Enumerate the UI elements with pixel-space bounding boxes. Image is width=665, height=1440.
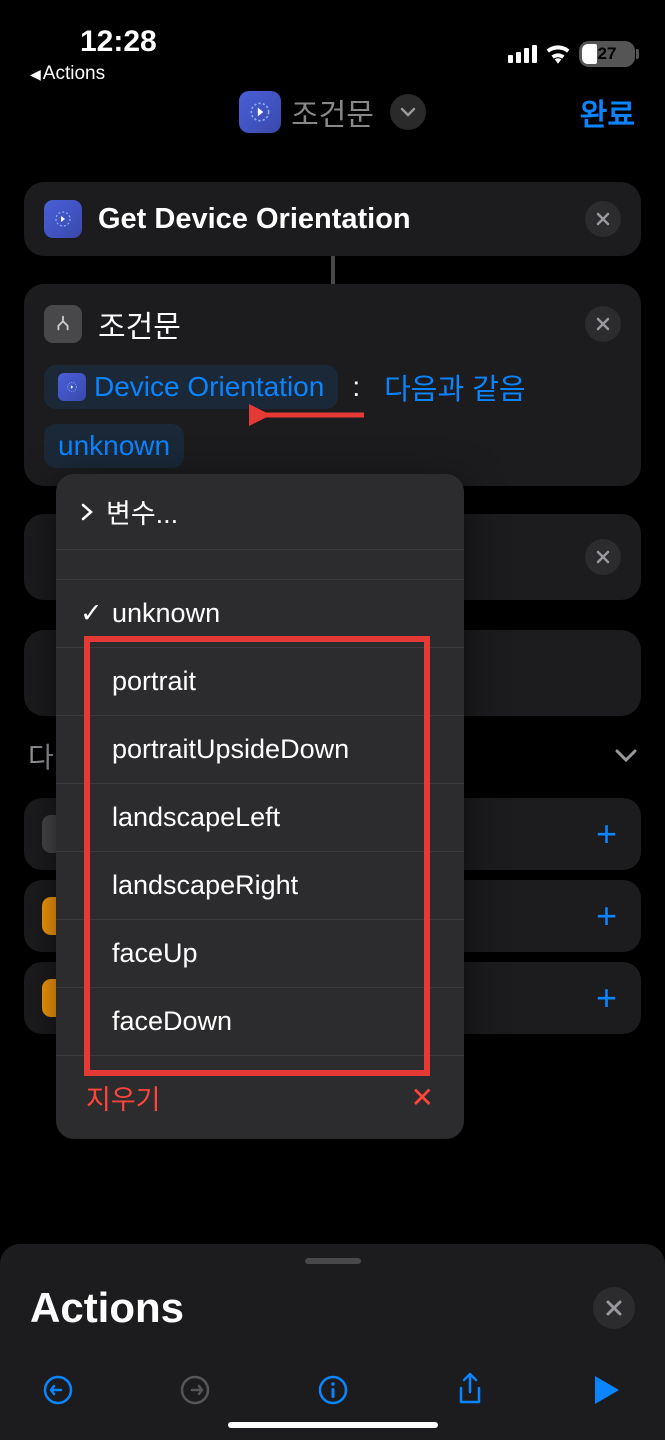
status-time: 12:28 — [80, 25, 157, 59]
dropdown-option-portrait[interactable]: portrait — [56, 648, 464, 716]
battery-indicator: 27 — [579, 41, 635, 67]
condition-value-token[interactable]: unknown — [44, 424, 184, 468]
remove-block-button[interactable] — [585, 539, 621, 575]
dropdown-option-landscapeRight[interactable]: landscapeRight — [56, 852, 464, 920]
undo-button[interactable] — [38, 1370, 78, 1410]
shortcut-app-icon — [239, 91, 281, 133]
option-label: portraitUpsideDown — [112, 734, 349, 765]
chevron-down-icon[interactable] — [615, 749, 637, 763]
action-connector — [331, 256, 335, 284]
sheet-grabber[interactable] — [305, 1258, 361, 1264]
chevron-right-icon — [80, 502, 94, 522]
toolbar — [30, 1370, 635, 1410]
close-icon — [595, 549, 611, 565]
dropdown-option-landscapeLeft[interactable]: landscapeLeft — [56, 784, 464, 852]
option-label: faceUp — [112, 938, 198, 969]
dropdown-option-faceUp[interactable]: faceUp — [56, 920, 464, 988]
done-button[interactable]: 완료 — [580, 90, 635, 134]
remove-condition-button[interactable] — [585, 306, 621, 342]
share-button[interactable] — [450, 1370, 490, 1410]
action-get-device-orientation[interactable]: Get Device Orientation — [24, 182, 641, 256]
play-icon — [593, 1374, 621, 1406]
title-dropdown-button[interactable] — [390, 94, 426, 130]
dropdown-option-portraitUpsideDown[interactable]: portraitUpsideDown — [56, 716, 464, 784]
wifi-icon — [545, 44, 571, 64]
dropdown-spacer — [56, 550, 464, 580]
plus-icon: + — [596, 813, 617, 855]
dropdown-close-button[interactable]: ✕ — [411, 1081, 434, 1114]
dropdown-option-unknown[interactable]: ✓ unknown — [56, 580, 464, 648]
condition-separator: : — [352, 371, 360, 403]
navigation-bar: 조건문 완료 — [0, 80, 665, 152]
status-indicators: 27 — [508, 41, 635, 67]
condition-variable-token[interactable]: Device Orientation — [44, 365, 338, 409]
plus-icon: + — [596, 895, 617, 937]
dropdown-variables-label: 변수... — [106, 492, 178, 531]
action-app-icon — [44, 200, 82, 238]
undo-icon — [42, 1374, 74, 1406]
condition-title: 조건문 — [98, 302, 181, 346]
dropdown-variables-item[interactable]: 변수... — [56, 474, 464, 550]
option-label: landscapeLeft — [112, 802, 280, 833]
home-indicator[interactable] — [228, 1422, 438, 1428]
page-title: 조건문 — [291, 90, 374, 134]
chevron-down-icon — [400, 107, 416, 117]
check-icon: ✓ — [80, 598, 100, 629]
play-button[interactable] — [587, 1370, 627, 1410]
status-bar: 12:28 ◀ Actions 27 — [0, 0, 665, 80]
condition-block[interactable]: 조건문 Device Orientation : 다음과 같음 — [24, 284, 641, 486]
dropdown-clear-button[interactable]: 지우기 — [86, 1078, 161, 1117]
value-picker-dropdown: 변수... ✓ unknown portrait portraitUpsideD… — [56, 474, 464, 1139]
info-button[interactable] — [313, 1370, 353, 1410]
info-icon — [317, 1374, 349, 1406]
option-label: faceDown — [112, 1006, 232, 1037]
share-icon — [455, 1372, 485, 1408]
close-icon — [595, 211, 611, 227]
option-label: unknown — [112, 598, 220, 629]
variable-app-icon — [58, 373, 86, 401]
actions-bottom-sheet: Actions — [0, 1244, 665, 1440]
option-label: landscapeRight — [112, 870, 298, 901]
sheet-close-button[interactable] — [593, 1287, 635, 1329]
close-icon — [595, 316, 611, 332]
dropdown-option-faceDown[interactable]: faceDown — [56, 988, 464, 1056]
action-title: Get Device Orientation — [98, 203, 585, 236]
redo-icon — [179, 1374, 211, 1406]
condition-operator[interactable]: 다음과 같음 — [374, 360, 535, 414]
close-icon — [605, 1299, 623, 1317]
condition-icon — [44, 305, 82, 343]
battery-percent: 27 — [598, 44, 617, 64]
plus-icon: + — [596, 977, 617, 1019]
redo-button[interactable] — [175, 1370, 215, 1410]
remove-action-button[interactable] — [585, 201, 621, 237]
sheet-title: Actions — [30, 1284, 184, 1332]
cellular-signal-icon — [508, 45, 537, 63]
variable-name: Device Orientation — [94, 371, 324, 403]
option-label: portrait — [112, 666, 196, 697]
next-step-label: 다 — [28, 736, 54, 776]
